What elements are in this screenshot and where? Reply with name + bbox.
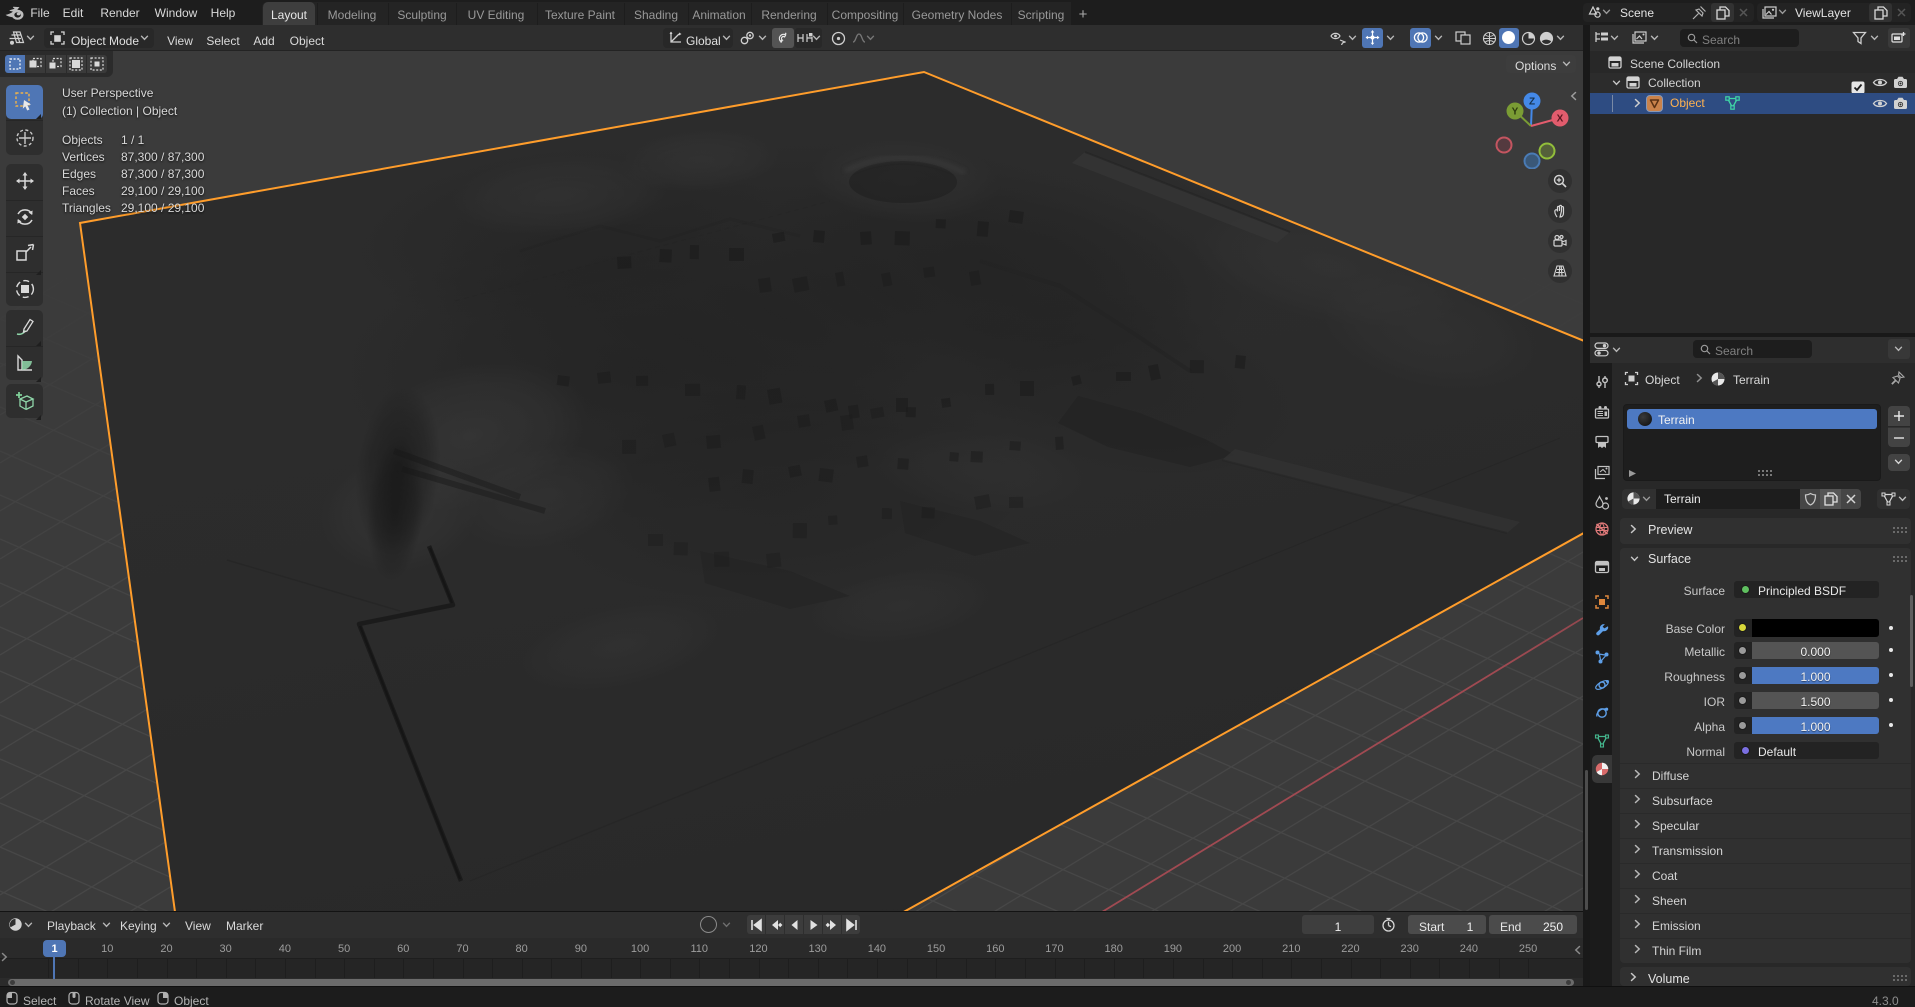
svg-text:X: X	[1557, 114, 1564, 125]
svg-text:Y: Y	[1512, 107, 1519, 118]
svg-text:Z: Z	[1529, 97, 1535, 108]
